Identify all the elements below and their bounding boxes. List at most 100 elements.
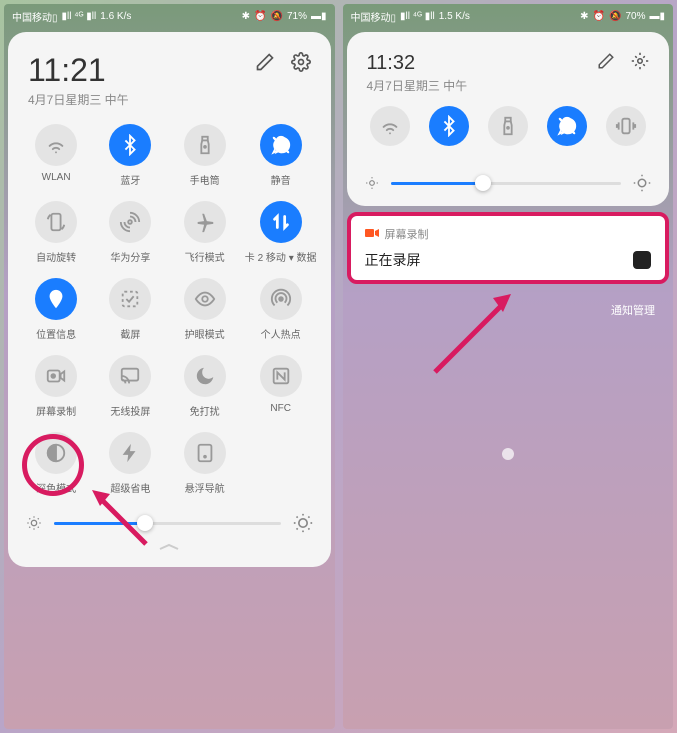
wlan-icon [35,124,77,166]
screenrecord-icon [35,355,77,397]
tile-powersave[interactable]: 超级省电 [96,432,164,495]
powersave-icon [109,432,151,474]
panel-time: 11:21 [28,52,129,89]
edit-icon[interactable] [597,52,615,75]
dnd-icon [184,355,226,397]
tile-label: 飞行模式 [185,249,225,264]
panel-date: 4月7日星期三 中午 [28,91,129,108]
notification-manage-link[interactable]: 通知管理 [611,302,655,318]
tile-dnd[interactable]: 免打扰 [171,355,239,418]
touch-indicator-dot [502,448,514,460]
settings-icon[interactable] [291,52,311,77]
tile-label: 免打扰 [190,403,220,418]
record-app-icon [365,228,379,241]
net-speed: 1.5 K/s [439,11,470,22]
tile-bluetooth[interactable]: 蓝牙 [96,124,164,187]
tile-label: 蓝牙 [120,172,140,187]
brightness-slider[interactable] [22,513,317,533]
tile-label: 护眼模式 [185,326,225,341]
left-screenshot: 中国移动▯ ▮ll ⁴ᴳ ▮ll 1.6 K/s ✱ ⏰ 🔕 71% ▬▮ 11… [4,4,335,729]
edit-icon[interactable] [255,52,275,77]
tile-label: 静音 [271,172,291,187]
tile-label: 卡 2 移动 ▾ 数据 [245,249,317,264]
floatnav-icon [184,432,226,474]
tile-wlan[interactable] [370,106,410,146]
alarm-icon: ⏰ [593,11,605,22]
bluetooth-icon [109,124,151,166]
panel-time: 11:32 [367,52,468,75]
battery-icon: ▬▮ [311,11,327,22]
net-speed: 1.6 K/s [100,11,131,22]
tile-location[interactable]: 位置信息 [22,278,90,341]
tile-flashlight[interactable]: 手电筒 [171,124,239,187]
tile-label: NFC [270,403,291,414]
tile-label: 截屏 [120,326,140,341]
notification-body: 正在录屏 [365,250,421,270]
bluetooth-status-icon: ✱ [580,11,588,22]
mute-icon [260,124,302,166]
autorotate-icon [35,201,77,243]
tile-screenshot[interactable]: 截屏 [96,278,164,341]
notification-app-name: 屏幕录制 [385,226,429,242]
tile-nfc[interactable]: NFC [245,355,317,418]
quick-settings-panel-compact: 11:32 4月7日星期三 中午 [347,32,670,206]
status-bar: 中国移动▯ ▮ll ⁴ᴳ ▮ll 1.6 K/s ✱ ⏰ 🔕 71% ▬▮ [4,4,335,28]
tile-label: 屏幕录制 [36,403,76,418]
tile-label: 无线投屏 [110,403,150,418]
tile-label: 悬浮导航 [185,480,225,495]
tile-mute[interactable]: 静音 [245,124,317,187]
tile-airplane[interactable]: 飞行模式 [171,201,239,264]
signal-icon: ▮ll ⁴ᴳ ▮ll [400,11,435,22]
battery-text: 70% [625,11,645,22]
settings-icon[interactable] [631,52,649,75]
nfc-icon [260,355,302,397]
tile-wirelesscast[interactable]: 无线投屏 [96,355,164,418]
status-bar: 中国移动▯ ▮ll ⁴ᴳ ▮ll 1.5 K/s ✱ ⏰ 🔕 70% ▬▮ [343,4,674,28]
tile-label: 华为分享 [110,249,150,264]
tile-label: 深色模式 [36,480,76,495]
quick-settings-panel: 11:21 4月7日星期三 中午 WLAN 蓝牙 手电筒 静音自动旋转华为分享 飞行模式… [8,32,331,567]
battery-text: 71% [287,11,307,22]
right-screenshot: 中国移动▯ ▮ll ⁴ᴳ ▮ll 1.5 K/s ✱ ⏰ 🔕 70% ▬▮ 11… [343,4,674,729]
tile-bluetooth[interactable] [429,106,469,146]
tile-vibrate[interactable] [606,106,646,146]
tile-label: 超级省电 [110,480,150,495]
tile-hotspot[interactable]: 个人热点 [245,278,317,341]
tile-huaweishare[interactable]: 华为分享 [96,201,164,264]
tile-darkmode[interactable]: 深色模式 [22,432,90,495]
bluetooth-status-icon: ✱ [242,11,250,22]
annotation-arrow [423,284,523,384]
stop-record-button[interactable] [633,251,651,269]
drag-handle-icon[interactable] [22,543,317,553]
tile-label: WLAN [42,172,71,183]
hotspot-icon [260,278,302,320]
signal-icon: ▮ll ⁴ᴳ ▮ll [62,11,97,22]
darkmode-icon [35,432,77,474]
tile-wlan[interactable]: WLAN [22,124,90,187]
tile-autorotate[interactable]: 自动旋转 [22,201,90,264]
tile-screenrecord[interactable]: 屏幕录制 [22,355,90,418]
airplane-icon [184,201,226,243]
tile-flashlight[interactable] [488,106,528,146]
mute-status-icon: 🔕 [609,11,621,22]
wirelesscast-icon [109,355,151,397]
screen-record-notification[interactable]: 屏幕录制 正在录屏 [347,212,670,284]
tile-mobiledata[interactable]: 卡 2 移动 ▾ 数据 [245,201,317,264]
huaweishare-icon [109,201,151,243]
tile-label: 手电筒 [190,172,220,187]
alarm-icon: ⏰ [254,11,266,22]
screenshot-icon [109,278,151,320]
tile-label: 个人热点 [261,326,301,341]
brightness-slider[interactable] [361,174,656,192]
tile-floatnav[interactable]: 悬浮导航 [171,432,239,495]
mute-status-icon: 🔕 [271,11,283,22]
mobiledata-icon [260,201,302,243]
tile-eyecomfort[interactable]: 护眼模式 [171,278,239,341]
tile-mute[interactable] [547,106,587,146]
flashlight-icon [184,124,226,166]
carrier-icon: 中国移动▯ [351,9,397,24]
battery-icon: ▬▮ [649,11,665,22]
panel-date: 4月7日星期三 中午 [367,77,468,94]
eyecomfort-icon [184,278,226,320]
location-icon [35,278,77,320]
